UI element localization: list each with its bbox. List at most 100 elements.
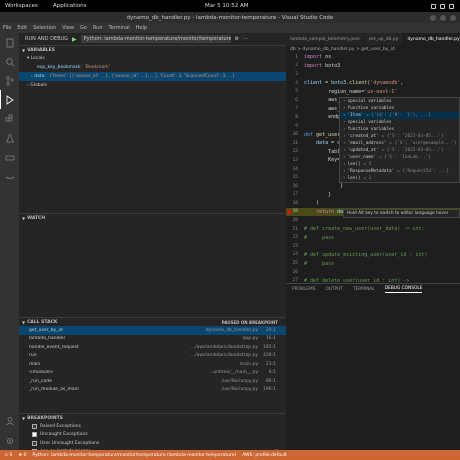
frame-file: /usr/lib/runpy.py — [221, 387, 258, 393]
extensions-icon[interactable] — [0, 109, 19, 128]
chevron-right-icon: › — [343, 99, 346, 104]
call-stack-frame[interactable]: <module> ...untime/__main__.py 6:1 — [19, 369, 286, 378]
breakpoints-header[interactable]: ▼ BREAKPOINTS — [19, 413, 286, 422]
minimize-button[interactable] — [430, 14, 436, 21]
chevron-down-icon: ▼ — [22, 415, 26, 421]
frame-function: get_user_by_id — [29, 327, 63, 333]
start-debugging-icon[interactable]: ▶ — [72, 36, 77, 43]
globals-label: Globals — [30, 83, 47, 88]
hover-item-label: special variables — [347, 99, 392, 104]
checkbox[interactable] — [32, 423, 37, 429]
settings-gear-icon[interactable] — [0, 431, 19, 450]
status-item[interactable]: AWS: profile:default — [242, 453, 287, 458]
testing-icon[interactable] — [0, 128, 19, 147]
locals-scope[interactable]: ▾ Locals — [19, 54, 286, 63]
panel-tab[interactable]: DEBUG CONSOLE — [384, 286, 423, 293]
call-stack-frame[interactable]: _run_module_as_main/usr/lib/runpy.py 196:… — [19, 386, 286, 395]
system-tray[interactable] — [431, 3, 454, 9]
call-stack-frame[interactable]: run .../awslambdaric/bootstrap.py 428:1 — [19, 352, 286, 361]
hover-tree-item[interactable]: › function variables — [340, 105, 459, 112]
maximize-button[interactable] — [440, 14, 446, 21]
frame-file: .../awslambdaric/bootstrap.py — [190, 353, 258, 359]
variable-row[interactable]: › data: {'Items': [{'sensor_id': ...}, {… — [19, 72, 286, 81]
hover-item-label: 'email_address' — [347, 141, 387, 146]
gear-icon[interactable]: ⚙ — [235, 36, 239, 42]
line-number: 10 — [292, 132, 298, 138]
hover-tree-item[interactable]: ›'user_name' = {'S': 'IanLab...'} — [340, 154, 459, 161]
hover-tree-item[interactable]: ›'email_address' = {'S': 'user@example...… — [340, 140, 459, 147]
hover-tree-item[interactable]: › special variables — [340, 119, 459, 126]
hover-tree-item[interactable]: › 'Item' = {'id': {'N': '1'}, ...} — [340, 112, 459, 119]
hover-tree-item[interactable]: › special variables — [340, 98, 459, 105]
status-item[interactable]: ⚠ 0 — [4, 453, 12, 458]
search-icon[interactable] — [0, 52, 19, 71]
editor-tab[interactable]: lambda_sample_telemetry.json — [286, 33, 365, 45]
call-stack-frame[interactable]: lambda_handler app.py 16:1 — [19, 335, 286, 344]
explorer-icon[interactable] — [0, 33, 19, 52]
launch-config-select[interactable]: Python: lambda-monitor-temperature/monit… — [80, 35, 231, 43]
menu-terminal[interactable]: Terminal — [109, 25, 130, 31]
power-icon[interactable] — [449, 3, 454, 9]
watch-section-header[interactable]: ▼ WATCH — [19, 213, 286, 222]
editor-tab[interactable]: set_up_db.py — [365, 33, 404, 45]
line-number: 14 — [292, 166, 298, 172]
status-item[interactable]: ⊗ 0 — [18, 453, 26, 458]
breakpoint-marker-icon[interactable] — [287, 209, 291, 214]
menu-file[interactable]: File — [3, 25, 11, 31]
run-debug-icon[interactable] — [0, 90, 19, 109]
network-icon[interactable] — [431, 3, 436, 9]
status-item[interactable]: Python: lambda-monitor-temperature/monit… — [32, 453, 236, 458]
menu-go[interactable]: Go — [80, 25, 87, 31]
call-stack-header[interactable]: ▼ CALL STACK PAUSED ON BREAKPOINT — [19, 317, 286, 326]
code-line: 16 } — [286, 182, 460, 191]
applications-menu[interactable]: Applications — [53, 3, 87, 9]
hover-tree-item[interactable]: › len() = 5 — [340, 161, 459, 168]
panel-tab[interactable]: TERMINAL — [353, 287, 375, 292]
call-stack-frame[interactable]: _run_code/usr/lib/runpy.py 86:1 — [19, 377, 286, 386]
call-stack-frame[interactable]: handle_event_request .../awslambdaric/boo… — [19, 343, 286, 352]
menu-run[interactable]: Run — [93, 25, 103, 31]
hover-tree-item[interactable]: › 'ResponseMetadata' = {'RequestId': ...} — [340, 168, 459, 175]
breakpoint-row[interactable]: Uncaught Exceptions — [19, 431, 286, 440]
hover-tree-item[interactable]: › function variables — [340, 126, 459, 133]
more-actions-icon[interactable]: ··· — [243, 36, 248, 42]
menu-selection[interactable]: Selection — [33, 25, 56, 31]
hover-tree-item[interactable]: ›'created_at' = {'S': '2023-03-05...'} — [340, 133, 459, 140]
menu-help[interactable]: Help — [136, 25, 147, 31]
frame-file: app.py — [242, 336, 258, 342]
globals-scope[interactable]: › Globals — [19, 81, 286, 90]
hover-item-label: 'Item' — [347, 113, 364, 118]
breakpoint-label: User Uncaught Exceptions — [40, 440, 100, 446]
panel-tab[interactable]: PROBLEMS — [292, 287, 315, 292]
code-line: 5 region_name='us-east-1' — [286, 87, 460, 96]
code-token: # pass — [304, 234, 335, 241]
close-button[interactable] — [450, 14, 456, 21]
line-number: 15 — [292, 175, 298, 181]
debug-hover-widget[interactable]: › special variables › function variables › 'I… — [339, 97, 460, 183]
breakpoint-row[interactable]: User Uncaught Exceptions — [19, 439, 286, 448]
volume-icon[interactable] — [440, 3, 445, 9]
variable-row[interactable]: exp_key_bookmark: 'Bookmark' — [19, 63, 286, 72]
code-line: 26 — [286, 268, 460, 277]
line-number: 25 — [292, 261, 298, 267]
call-stack-frame[interactable]: get_user_by_id dynamo_db_handler.py 20:1 — [19, 326, 286, 335]
breakpoint-row[interactable]: Raised Exceptions — [19, 422, 286, 431]
menu-view[interactable]: View — [62, 25, 74, 31]
checkbox[interactable] — [32, 432, 37, 438]
hover-tree-item[interactable]: ›'updated_at' = {'S': '2023-03-05...'} — [340, 147, 459, 154]
source-control-icon[interactable] — [0, 71, 19, 90]
variables-section-header[interactable]: ▼ VARIABLES — [19, 45, 286, 54]
clock[interactable]: Mar 5 10:52 AM — [205, 3, 248, 9]
menu-edit[interactable]: Edit — [17, 25, 27, 31]
editor-tab[interactable]: dynamo_db_handler.py — [403, 33, 460, 45]
checkbox[interactable] — [32, 440, 37, 446]
panel-tab[interactable]: OUTPUT — [325, 287, 343, 292]
account-icon[interactable] — [0, 411, 19, 430]
aws-icon[interactable] — [0, 166, 19, 185]
breadcrumb[interactable]: db > dynamo_db_handler.py > get_user_by_… — [286, 45, 460, 53]
workspaces-menu[interactable]: Workspaces — [5, 3, 38, 9]
call-stack-frame[interactable]: main main.py 21:1 — [19, 360, 286, 369]
docker-icon[interactable] — [0, 147, 19, 166]
line-number: 20 — [292, 218, 298, 224]
hover-tree-item[interactable]: › len() = 2 — [340, 175, 459, 182]
